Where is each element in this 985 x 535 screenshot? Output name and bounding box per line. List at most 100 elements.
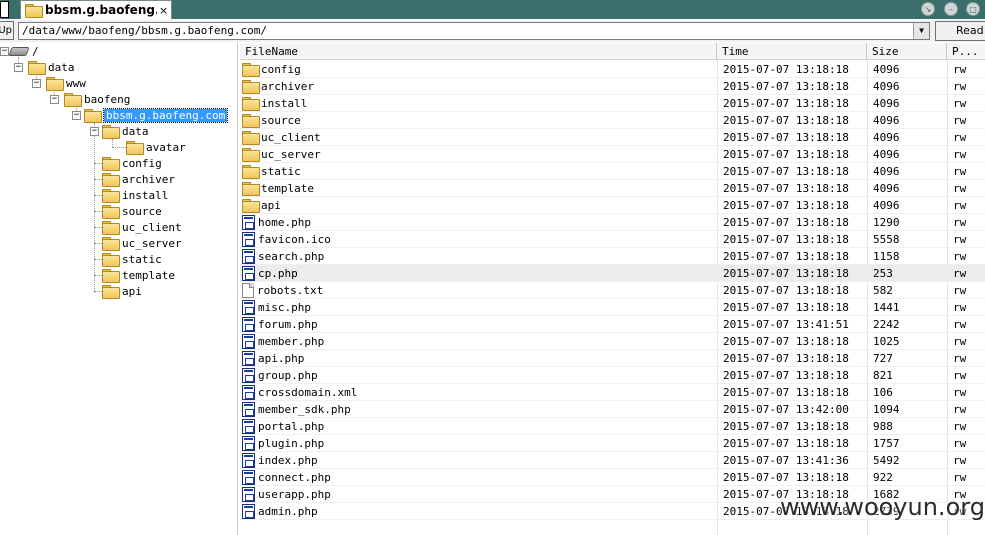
file-size: 2242 bbox=[873, 318, 900, 331]
file-name: index.php bbox=[258, 454, 318, 467]
tree-node-data[interactable]: data bbox=[28, 59, 75, 75]
file-size: 4096 bbox=[873, 165, 900, 178]
file-row[interactable]: misc.php 2015-07-07 13:18:18 1441 rw bbox=[240, 299, 985, 316]
file-row[interactable]: template 2015-07-07 13:18:18 4096 rw bbox=[240, 180, 985, 197]
file-row[interactable]: member_sdk.php 2015-07-07 13:42:00 1094 rw bbox=[240, 401, 985, 418]
tree-node-source[interactable]: source bbox=[102, 203, 162, 219]
tree-node-config[interactable]: config bbox=[102, 155, 162, 171]
file-size: 1757 bbox=[873, 437, 900, 450]
tree-node-archiver[interactable]: archiver bbox=[102, 171, 175, 187]
file-row[interactable]: config 2015-07-07 13:18:18 4096 rw bbox=[240, 61, 985, 78]
file-row[interactable]: forum.php 2015-07-07 13:41:51 2242 rw bbox=[240, 316, 985, 333]
tree-collapse-data[interactable]: − bbox=[14, 63, 23, 72]
tree-collapse-site[interactable]: − bbox=[72, 111, 81, 120]
file-row[interactable]: connect.php 2015-07-07 13:18:18 922 rw bbox=[240, 469, 985, 486]
read-button[interactable]: Read bbox=[935, 21, 985, 41]
file-size: 1158 bbox=[873, 250, 900, 263]
file-row[interactable]: cp.php 2015-07-07 13:18:18 253 rw bbox=[240, 265, 985, 282]
file-row[interactable]: plugin.php 2015-07-07 13:18:18 1757 rw bbox=[240, 435, 985, 452]
tree-node-baofeng[interactable]: baofeng bbox=[64, 91, 130, 107]
file-row[interactable]: home.php 2015-07-07 13:18:18 1290 rw bbox=[240, 214, 985, 231]
tree-node-www[interactable]: www bbox=[46, 75, 86, 91]
file-row[interactable]: index.php 2015-07-07 13:41:36 5492 rw bbox=[240, 452, 985, 469]
file-permissions: rw bbox=[953, 131, 967, 144]
file-time: 2015-07-07 13:18:18 bbox=[723, 148, 849, 161]
file-name: portal.php bbox=[258, 420, 325, 433]
file-name: static bbox=[261, 165, 301, 178]
file-time: 2015-07-07 13:41:36 bbox=[723, 454, 849, 467]
folder-icon bbox=[242, 97, 260, 111]
file-size: 4096 bbox=[873, 148, 900, 161]
folder-icon bbox=[102, 124, 120, 139]
file-row[interactable]: install 2015-07-07 13:18:18 4096 rw bbox=[240, 95, 985, 112]
tree-collapse-child-data[interactable]: − bbox=[90, 127, 99, 136]
tab-current-site[interactable]: bbsm.g.baofeng.c... × bbox=[20, 0, 172, 19]
file-time: 2015-07-07 13:18:18 bbox=[723, 199, 849, 212]
file-name-cell: member.php bbox=[242, 333, 716, 350]
tree-node-template[interactable]: template bbox=[102, 267, 175, 283]
column-header-time[interactable]: Time bbox=[717, 43, 867, 60]
file-row[interactable]: portal.php 2015-07-07 13:18:18 988 rw bbox=[240, 418, 985, 435]
file-row[interactable]: api.php 2015-07-07 13:18:18 727 rw bbox=[240, 350, 985, 367]
file-row[interactable]: favicon.ico 2015-07-07 13:18:18 5558 rw bbox=[240, 231, 985, 248]
file-name: search.php bbox=[258, 250, 325, 263]
file-row[interactable]: source 2015-07-07 13:18:18 4096 rw bbox=[240, 112, 985, 129]
script-file-icon bbox=[242, 385, 255, 400]
path-input[interactable]: /data/www/baofeng/bbsm.g.baofeng.com/ bbox=[18, 22, 930, 40]
file-row[interactable]: search.php 2015-07-07 13:18:18 1158 rw bbox=[240, 248, 985, 265]
folder-icon bbox=[242, 131, 260, 145]
file-row[interactable]: uc_client 2015-07-07 13:18:18 4096 rw bbox=[240, 129, 985, 146]
file-size: 1290 bbox=[873, 216, 900, 229]
minimize-icon[interactable]: – bbox=[944, 2, 958, 16]
file-size: 727 bbox=[873, 352, 893, 365]
file-name-cell: uc_client bbox=[242, 129, 716, 146]
file-permissions: rw bbox=[953, 114, 967, 127]
file-permissions: rw bbox=[953, 454, 967, 467]
folder-icon bbox=[242, 148, 260, 162]
file-row[interactable]: member.php 2015-07-07 13:18:18 1025 rw bbox=[240, 333, 985, 350]
tree-node-uc-client[interactable]: uc_client bbox=[102, 219, 182, 235]
file-time: 2015-07-07 13:18:18 bbox=[723, 80, 849, 93]
script-file-icon bbox=[242, 504, 255, 519]
file-name: robots.txt bbox=[257, 284, 324, 297]
file-permissions: rw bbox=[953, 216, 967, 229]
tree-node-child-data[interactable]: data bbox=[102, 123, 149, 139]
file-permissions: rw bbox=[953, 403, 967, 416]
file-row[interactable]: archiver 2015-07-07 13:18:18 4096 rw bbox=[240, 78, 985, 95]
maximize-icon[interactable]: □ bbox=[966, 2, 980, 16]
tree-collapse-www[interactable]: − bbox=[32, 79, 41, 88]
window-menu-button[interactable] bbox=[0, 1, 9, 18]
tree-node-api[interactable]: api bbox=[102, 283, 142, 299]
resize-icon[interactable]: ↘ bbox=[921, 2, 935, 16]
tree-node-static[interactable]: static bbox=[102, 251, 162, 267]
file-row[interactable]: group.php 2015-07-07 13:18:18 821 rw bbox=[240, 367, 985, 384]
file-name: misc.php bbox=[258, 301, 311, 314]
file-name: forum.php bbox=[258, 318, 318, 331]
column-header-permissions[interactable]: P... bbox=[947, 43, 985, 60]
file-row[interactable]: static 2015-07-07 13:18:18 4096 rw bbox=[240, 163, 985, 180]
tree-node-label: / bbox=[32, 44, 39, 58]
tree-node-uc-server[interactable]: uc_server bbox=[102, 235, 182, 251]
column-header-filename[interactable]: FileName bbox=[240, 43, 717, 60]
file-size: 1094 bbox=[873, 403, 900, 416]
tree-node-label: uc_client bbox=[122, 220, 182, 234]
watermark-text: www.wooyun.org bbox=[780, 493, 985, 521]
file-size: 4096 bbox=[873, 114, 900, 127]
tree-node-selected-site[interactable]: bbsm.g.baofeng.com bbox=[84, 107, 229, 123]
tree-node-install[interactable]: install bbox=[102, 187, 168, 203]
file-permissions: rw bbox=[953, 437, 967, 450]
file-row[interactable]: uc_server 2015-07-07 13:18:18 4096 rw bbox=[240, 146, 985, 163]
file-row[interactable]: robots.txt 2015-07-07 13:18:18 582 rw bbox=[240, 282, 985, 299]
path-dropdown-arrow-icon[interactable]: ▼ bbox=[913, 23, 929, 39]
tree-collapse-baofeng[interactable]: − bbox=[50, 95, 59, 104]
up-button[interactable]: Up bbox=[0, 21, 14, 40]
tree-node-root[interactable]: / bbox=[8, 43, 39, 59]
tree-node-avatar[interactable]: avatar bbox=[126, 139, 186, 155]
folder-icon bbox=[102, 204, 120, 219]
tab-close-icon[interactable]: × bbox=[159, 4, 168, 17]
file-row[interactable]: crossdomain.xml 2015-07-07 13:18:18 106 rw bbox=[240, 384, 985, 401]
file-name: source bbox=[261, 114, 301, 127]
column-header-size[interactable]: Size bbox=[867, 43, 947, 60]
file-row[interactable]: api 2015-07-07 13:18:18 4096 rw bbox=[240, 197, 985, 214]
title-bar: bbsm.g.baofeng.c... × ↘ – □ bbox=[0, 0, 985, 19]
